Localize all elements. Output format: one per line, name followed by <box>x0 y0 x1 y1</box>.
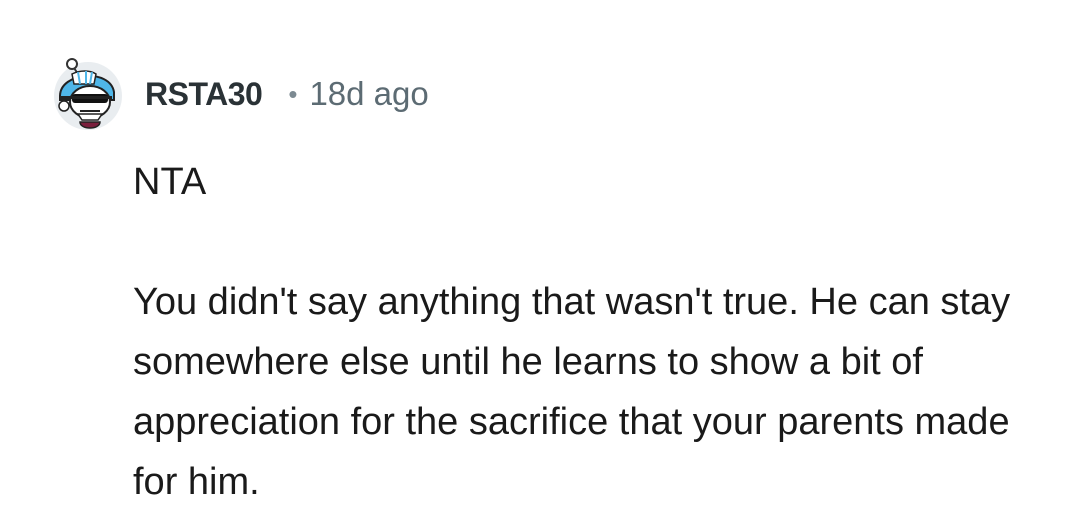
comment-paragraph-main: You didn't say anything that wasn't true… <box>133 281 1011 503</box>
snoo-avatar-icon <box>54 58 122 130</box>
comment-paragraph-verdict: NTA <box>133 161 207 203</box>
separator-dot: • <box>288 78 298 109</box>
comment: RSTA30 • 18d ago NTA You didn't say anyt… <box>0 0 1080 525</box>
comment-body: NTA You didn't say anything that wasn't … <box>133 152 1053 512</box>
user-avatar[interactable] <box>50 56 126 132</box>
username-link[interactable]: RSTA30 <box>145 76 263 113</box>
comment-timestamp: 18d ago <box>309 75 429 112</box>
comment-meta: RSTA30 • 18d ago <box>145 72 429 116</box>
